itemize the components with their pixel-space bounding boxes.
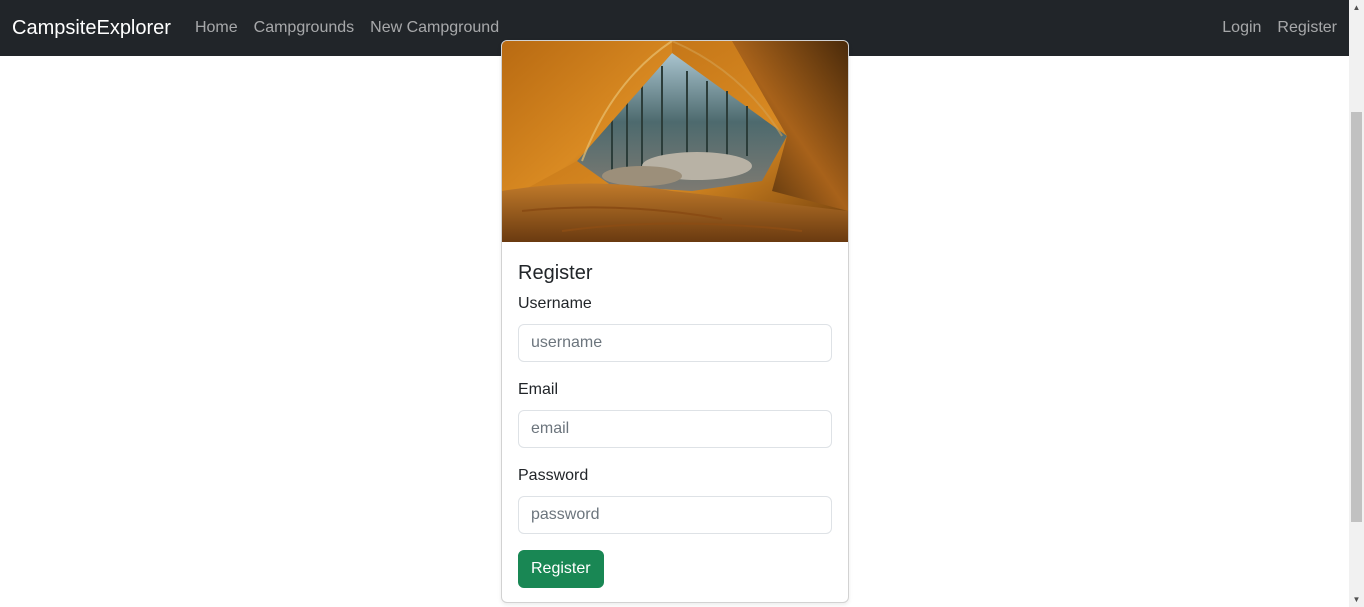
scroll-thumb[interactable] xyxy=(1351,112,1362,522)
nav-register-link[interactable]: Register xyxy=(1277,19,1337,37)
page-scrollbar[interactable]: ▲ ▼ xyxy=(1349,0,1364,607)
tent-view-image xyxy=(502,41,848,242)
nav-login-link[interactable]: Login xyxy=(1222,19,1261,37)
card-title: Register xyxy=(518,262,593,284)
username-input[interactable] xyxy=(518,324,832,362)
scroll-down-icon[interactable]: ▼ xyxy=(1349,592,1364,607)
password-group: Password xyxy=(518,464,832,534)
nav-campgrounds-link[interactable]: Campgrounds xyxy=(254,19,355,37)
email-label: Email xyxy=(518,381,559,398)
nav-new-campground-link[interactable]: New Campground xyxy=(370,19,499,37)
password-input[interactable] xyxy=(518,496,832,534)
register-card: Register Username Email Password Registe… xyxy=(501,40,849,603)
brand-link[interactable]: CampsiteExplorer xyxy=(12,17,171,40)
email-group: Email xyxy=(518,378,832,448)
register-form: Register Username Email Password Registe… xyxy=(518,242,832,588)
scroll-up-icon[interactable]: ▲ xyxy=(1349,0,1364,15)
register-submit-button[interactable]: Register xyxy=(518,550,604,588)
password-label: Password xyxy=(518,467,589,484)
nav-home-link[interactable]: Home xyxy=(195,19,238,37)
nav-auth-links: Login Register xyxy=(1206,19,1337,37)
username-label: Username xyxy=(518,295,592,312)
username-group: Username xyxy=(518,292,832,362)
email-input[interactable] xyxy=(518,410,832,448)
